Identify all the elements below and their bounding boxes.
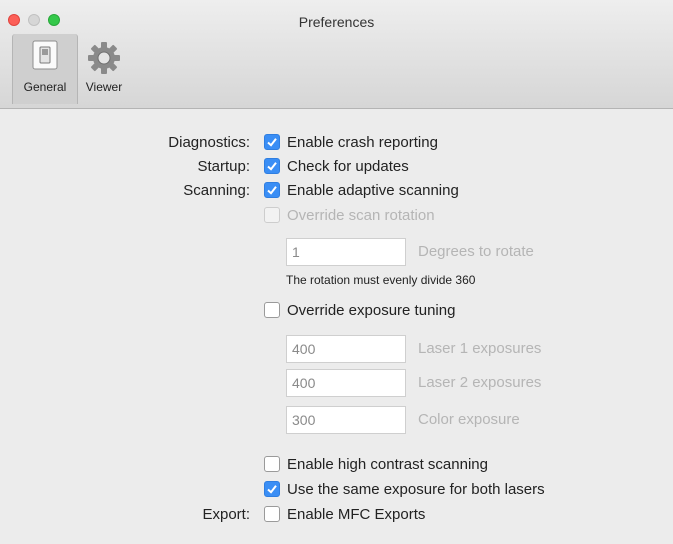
check-updates-checkbox[interactable] (264, 158, 280, 174)
gear-icon (88, 42, 120, 74)
window-title: Preferences (298, 14, 375, 30)
laser1-exposure-field[interactable]: 400 (286, 335, 406, 363)
preferences-window: Preferences General Viewer Diagnostics: … (0, 0, 673, 544)
tab-viewer[interactable]: Viewer (78, 34, 130, 104)
same-exposure-checkbox[interactable] (264, 481, 280, 497)
diagnostics-label: Diagnostics: (168, 134, 250, 151)
same-exposure-label[interactable]: Use the same exposure for both lasers (287, 481, 545, 499)
startup-label: Startup: (197, 158, 250, 175)
override-exposure-row: Override exposure tuning (0, 300, 673, 320)
laser2-exposure-field[interactable]: 400 (286, 369, 406, 397)
color-exposure-field[interactable]: 300 (286, 406, 406, 434)
override-rotation-label: Override scan rotation (287, 207, 435, 224)
checkmark-icon (267, 162, 277, 171)
override-rotation-checkbox[interactable] (264, 207, 280, 223)
scanning-row: Scanning: Enable adaptive scanning (0, 180, 673, 200)
checkmark-icon (267, 138, 277, 147)
crash-reporting-checkbox[interactable] (264, 134, 280, 150)
switch-icon (32, 40, 58, 70)
export-label: Export: (202, 506, 250, 523)
check-updates-label[interactable]: Check for updates (287, 158, 409, 176)
rotation-hint: The rotation must evenly divide 360 (286, 273, 476, 287)
crash-reporting-label[interactable]: Enable crash reporting (287, 134, 438, 152)
rotation-degrees-label: Degrees to rotate (418, 243, 534, 260)
startup-row: Startup: Check for updates (0, 156, 673, 176)
tab-viewer-label: Viewer (85, 80, 123, 94)
title-bar: Preferences General Viewer (0, 0, 673, 109)
diagnostics-row: Diagnostics: Enable crash reporting (0, 132, 673, 152)
laser1-exposure-label: Laser 1 exposures (418, 340, 542, 357)
tab-general[interactable]: General (12, 34, 78, 104)
high-contrast-label[interactable]: Enable high contrast scanning (287, 456, 488, 474)
override-exposure-label[interactable]: Override exposure tuning (287, 302, 455, 320)
override-rotation-row: Override scan rotation (0, 205, 673, 225)
rotation-degrees-field[interactable]: 1 (286, 238, 406, 266)
export-row: Export: Enable MFC Exports (0, 504, 673, 524)
checkmark-icon (267, 485, 277, 494)
laser2-exposure-label: Laser 2 exposures (418, 374, 542, 391)
checkmark-icon (267, 186, 277, 195)
high-contrast-row: Enable high contrast scanning (0, 454, 673, 474)
mfc-exports-label[interactable]: Enable MFC Exports (287, 506, 425, 524)
tab-general-label: General (23, 80, 67, 94)
high-contrast-checkbox[interactable] (264, 456, 280, 472)
scanning-label: Scanning: (183, 182, 250, 199)
override-exposure-checkbox[interactable] (264, 302, 280, 318)
mfc-exports-checkbox[interactable] (264, 506, 280, 522)
adaptive-scanning-checkbox[interactable] (264, 182, 280, 198)
same-exposure-row: Use the same exposure for both lasers (0, 479, 673, 499)
adaptive-scanning-label[interactable]: Enable adaptive scanning (287, 182, 459, 200)
color-exposure-label: Color exposure (418, 411, 520, 428)
